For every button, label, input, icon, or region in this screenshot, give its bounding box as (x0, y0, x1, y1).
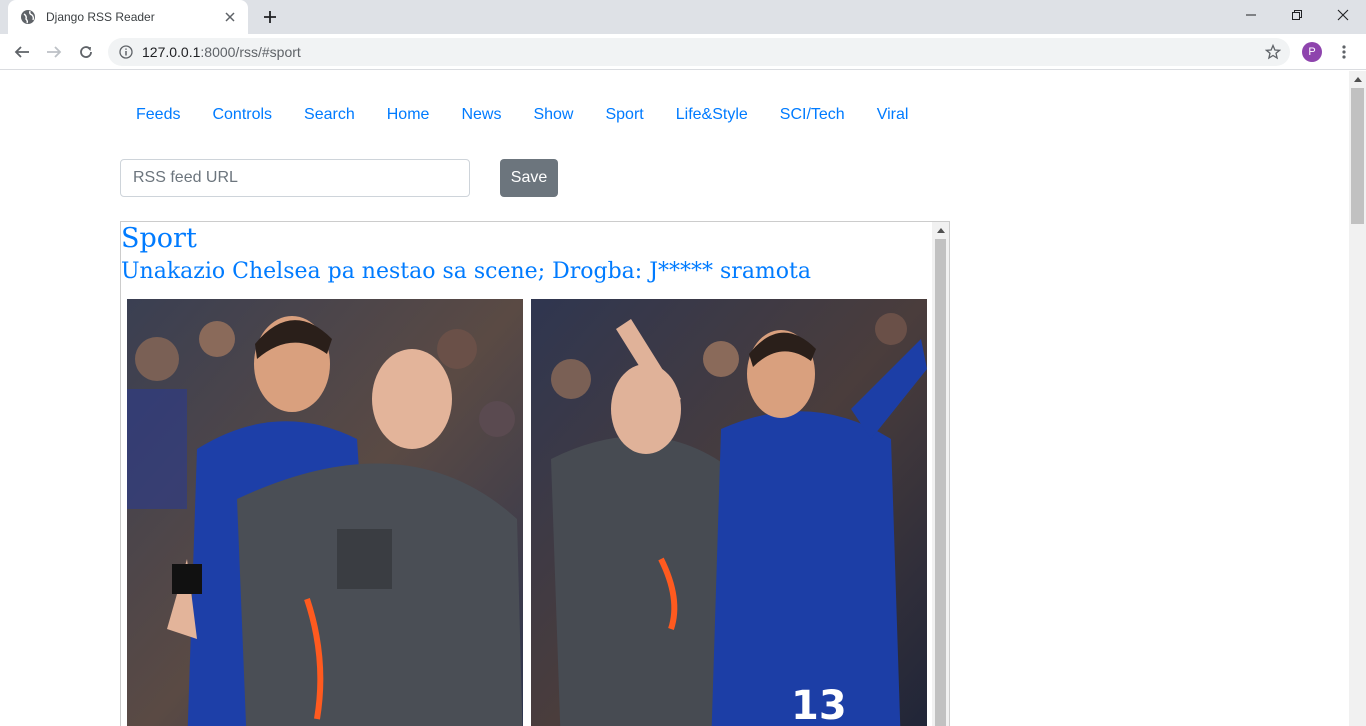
photo-left (127, 299, 523, 726)
url-text: 127.0.0.1:8000/rss/#sport (142, 44, 301, 60)
save-button[interactable]: Save (500, 159, 558, 197)
feed-scroll-thumb[interactable] (935, 239, 946, 726)
page-scroll-up-arrow-icon[interactable] (1349, 71, 1366, 88)
tab-title: Django RSS Reader (46, 10, 155, 24)
close-window-icon[interactable] (1320, 0, 1366, 30)
info-icon[interactable] (118, 44, 134, 60)
nav-item-viral[interactable]: Viral (861, 103, 925, 127)
rss-url-input[interactable] (120, 159, 470, 197)
new-tab-icon[interactable] (258, 6, 282, 28)
more-menu-icon[interactable] (1336, 42, 1352, 62)
browser-tab[interactable]: Django RSS Reader (8, 0, 248, 34)
nav-item-lifestyle[interactable]: Life&Style (660, 103, 764, 127)
restore-icon[interactable] (1274, 0, 1320, 30)
page-scroll-thumb[interactable] (1351, 88, 1364, 224)
scroll-up-arrow-icon[interactable] (932, 222, 949, 239)
nav-item-show[interactable]: Show (517, 103, 589, 127)
nav-item-news[interactable]: News (445, 103, 517, 127)
nav-item-feeds[interactable]: Feeds (120, 103, 196, 127)
profile-avatar[interactable]: P (1302, 42, 1322, 62)
close-tab-icon[interactable] (222, 9, 238, 25)
forward-arrow-icon[interactable] (40, 39, 68, 65)
bookmark-star-icon[interactable] (1264, 43, 1282, 61)
url-host: 127.0.0.1 (142, 44, 201, 60)
svg-text:13: 13 (791, 683, 847, 726)
url-path: :8000/rss/#sport (200, 44, 301, 60)
back-arrow-icon[interactable] (8, 39, 36, 65)
page-scrollbar[interactable] (1349, 71, 1366, 726)
tab-strip: Django RSS Reader (0, 0, 1366, 34)
minimize-icon[interactable] (1228, 0, 1274, 30)
photo-right: 13 (531, 299, 927, 726)
nav-item-controls[interactable]: Controls (196, 103, 288, 127)
section-title: Sport (121, 223, 197, 254)
address-bar[interactable]: 127.0.0.1:8000/rss/#sport (108, 38, 1290, 66)
article-image: 13 (127, 299, 929, 726)
nav-item-home[interactable]: Home (371, 103, 446, 127)
reload-icon[interactable] (72, 39, 100, 65)
page-viewport: Feeds Controls Search Home News Show Spo… (0, 71, 1349, 726)
category-nav: Feeds Controls Search Home News Show Spo… (120, 103, 924, 127)
feed-panel: Sport Unakazio Chelsea pa nestao sa scen… (120, 221, 950, 726)
nav-item-sport[interactable]: Sport (589, 103, 659, 127)
globe-icon (20, 9, 36, 25)
article-title-link[interactable]: Unakazio Chelsea pa nestao sa scene; Dro… (121, 257, 949, 287)
feed-scrollbar[interactable] (932, 222, 949, 726)
nav-item-scitech[interactable]: SCI/Tech (764, 103, 861, 127)
nav-item-search[interactable]: Search (288, 103, 371, 127)
browser-toolbar: 127.0.0.1:8000/rss/#sport P (0, 34, 1366, 70)
